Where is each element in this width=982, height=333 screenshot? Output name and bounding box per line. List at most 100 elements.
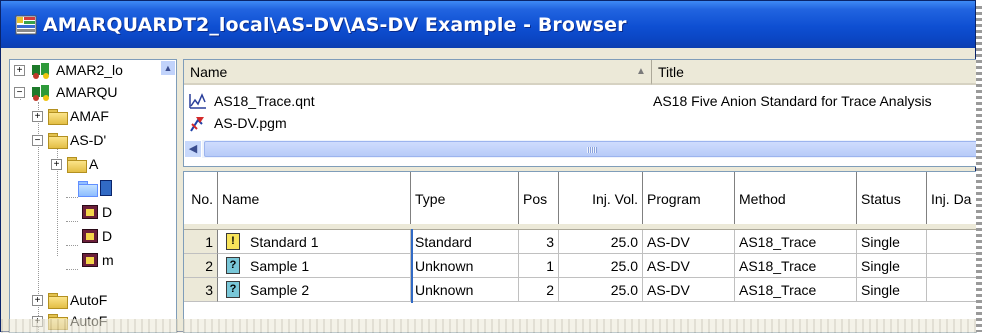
column-header-label: Type: [415, 190, 446, 207]
folder-icon: [48, 109, 68, 125]
file-row[interactable]: AS18_Trace.qnt: [188, 90, 315, 112]
inj-date-cell[interactable]: [927, 278, 976, 302]
column-header-inj-vol[interactable]: Inj. Vol.: [559, 172, 643, 226]
tree-guide: [66, 269, 78, 270]
column-header-label: Program: [647, 190, 701, 207]
tree-item-folder[interactable]: AMAF: [48, 106, 109, 126]
program-cell[interactable]: AS-DV: [643, 278, 735, 302]
tree-item-label: D: [102, 228, 113, 244]
column-header-name[interactable]: Name ▲: [184, 60, 652, 85]
sequence-icon: [82, 205, 98, 219]
tree-item-sequence-selected[interactable]: [78, 178, 112, 198]
open-folder-icon: [78, 181, 98, 197]
sample-type[interactable]: Standard: [411, 230, 519, 254]
folder-icon: [48, 133, 68, 149]
method-cell[interactable]: AS18_Trace: [735, 254, 857, 278]
injection-volume[interactable]: 25.0: [559, 230, 643, 254]
scroll-grip-icon: [587, 147, 597, 153]
column-header-pos[interactable]: Pos: [519, 172, 559, 226]
browser-tree[interactable]: ▲ + AMAR2_lo − AMARQU + AMAF − AS-D' + A…: [9, 59, 177, 333]
status-cell[interactable]: Single: [857, 230, 927, 254]
column-header-label: Inj. Vol.: [592, 190, 638, 207]
tree-scroll-up-button[interactable]: ▲: [160, 60, 176, 76]
sample-name-text: Sample 2: [250, 281, 310, 298]
sequence-table[interactable]: No. Name Type Pos Inj. Vol. Program Meth…: [183, 171, 977, 333]
tree-item-sequence[interactable]: m: [82, 250, 114, 270]
inj-date-cell[interactable]: [927, 254, 976, 278]
status-cell[interactable]: Single: [857, 254, 927, 278]
column-header-status[interactable]: Status: [857, 172, 927, 226]
tree-item-server[interactable]: AMARQU: [30, 82, 117, 102]
row-number[interactable]: 2: [184, 254, 218, 278]
sample-type[interactable]: Unknown: [411, 254, 519, 278]
tree-item-sequence[interactable]: D: [82, 202, 112, 222]
sample-position[interactable]: 3: [519, 230, 559, 254]
sample-name[interactable]: ! Standard 1: [218, 230, 411, 254]
sequence-icon: [82, 253, 98, 267]
quantification-icon: [188, 92, 208, 110]
folder-icon: [48, 293, 68, 309]
tree-item-folder[interactable]: A: [67, 154, 98, 174]
file-list-pane[interactable]: Name ▲ Title AS18_Trace.qnt AS18 Five An…: [183, 59, 977, 167]
tree-expander[interactable]: −: [14, 87, 25, 98]
file-title-text: AS18 Five Anion Standard for Trace Analy…: [653, 93, 932, 109]
tree-expander[interactable]: +: [32, 295, 43, 306]
column-header-no[interactable]: No.: [184, 172, 218, 226]
tree-guide: [66, 197, 78, 198]
tree-expander[interactable]: +: [32, 111, 43, 122]
app-icon: [15, 14, 37, 36]
sample-type[interactable]: Unknown: [411, 278, 519, 302]
scroll-left-button[interactable]: ◀: [184, 140, 202, 158]
column-header-type[interactable]: Type: [411, 172, 519, 226]
column-header-name[interactable]: Name: [218, 172, 411, 226]
column-header-inj-date[interactable]: Inj. Da: [927, 172, 976, 226]
row-number[interactable]: 1: [184, 230, 218, 254]
program-cell[interactable]: AS-DV: [643, 254, 735, 278]
status-cell[interactable]: Single: [857, 278, 927, 302]
file-row[interactable]: AS-DV.pgm: [188, 112, 287, 134]
title-bar[interactable]: AMARQUARDT2_local\AS-DV\AS-DV Example - …: [1, 1, 975, 48]
browser-window: AMARQUARDT2_local\AS-DV\AS-DV Example - …: [0, 0, 977, 333]
tree-item-label: AutoF: [70, 292, 108, 308]
method-cell[interactable]: AS18_Trace: [735, 278, 857, 302]
program-cell[interactable]: AS-DV: [643, 230, 735, 254]
sample-name-text: Standard 1: [250, 233, 319, 250]
sample-name[interactable]: ? Sample 1: [218, 254, 411, 278]
column-header-program[interactable]: Program: [643, 172, 735, 226]
tree-item-folder[interactable]: AutoF: [48, 290, 107, 310]
file-name: AS-DV.pgm: [214, 115, 287, 131]
selection-highlight: [100, 180, 112, 196]
sample-position[interactable]: 2: [519, 278, 559, 302]
sample-name-text: Sample 1: [250, 257, 310, 274]
column-header-label: Name: [190, 63, 228, 80]
column-header-label: Title: [658, 63, 684, 80]
column-header-label: Status: [861, 190, 901, 207]
tree-expander[interactable]: +: [51, 159, 62, 170]
column-header-title[interactable]: Title: [652, 60, 976, 85]
tree-expander[interactable]: +: [14, 65, 25, 76]
tree-item-label: AMARQU: [56, 84, 118, 100]
sample-position[interactable]: 1: [519, 254, 559, 278]
injection-volume[interactable]: 25.0: [559, 254, 643, 278]
column-header-label: Method: [739, 190, 786, 207]
column-header-label: Name: [222, 190, 260, 207]
window-shadow: [976, 6, 982, 332]
sort-ascending-icon: ▲: [636, 66, 646, 77]
scroll-thumb[interactable]: [204, 141, 976, 157]
tree-item-label: AS-D': [70, 132, 107, 148]
horizontal-scrollbar[interactable]: ◀: [184, 140, 976, 158]
tree-item-sequence[interactable]: D: [82, 226, 112, 246]
tree-expander[interactable]: −: [32, 135, 43, 146]
column-header-method[interactable]: Method: [735, 172, 857, 226]
injection-volume[interactable]: 25.0: [559, 278, 643, 302]
sequence-icon: [82, 229, 98, 243]
tree-item-folder[interactable]: AS-D': [48, 130, 106, 150]
method-cell[interactable]: AS18_Trace: [735, 230, 857, 254]
file-title: AS18 Five Anion Standard for Trace Analy…: [653, 90, 932, 112]
inj-date-cell[interactable]: [927, 230, 976, 254]
tree-item-label: D: [102, 204, 113, 220]
tree-item-server[interactable]: AMAR2_lo: [30, 60, 123, 80]
column-header-label: No.: [191, 190, 213, 207]
sample-name[interactable]: ? Sample 2: [218, 278, 411, 302]
row-number[interactable]: 3: [184, 278, 218, 302]
